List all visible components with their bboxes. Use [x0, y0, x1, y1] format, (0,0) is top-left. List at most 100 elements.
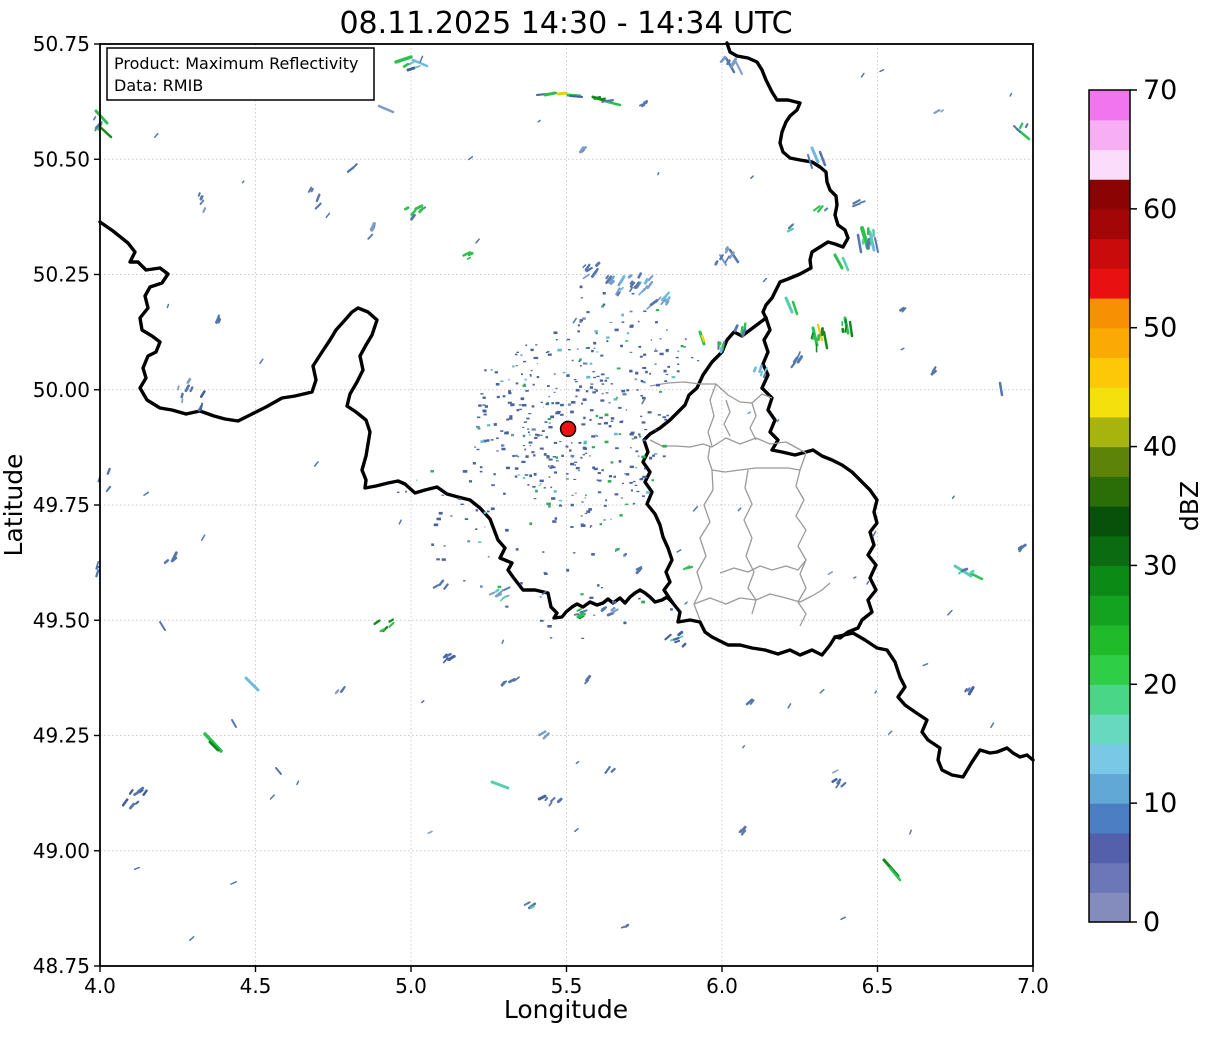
clutter-dot — [602, 292, 606, 295]
clutter-dot — [479, 470, 483, 473]
clutter-dot — [431, 543, 435, 546]
echo-dash — [197, 192, 201, 197]
echo-streak — [606, 100, 622, 107]
colorbar-cell — [1089, 892, 1130, 923]
echo-dash — [724, 255, 730, 264]
clutter-dot — [609, 321, 613, 323]
echo-dash — [351, 163, 358, 170]
radar-echo-layer — [93, 55, 1031, 942]
clutter-dot — [496, 395, 500, 399]
colorbar-cell — [1089, 624, 1130, 656]
echo-dash — [410, 213, 416, 221]
clutter-dot — [603, 504, 607, 507]
clutter-dot — [548, 505, 551, 508]
echo-speck — [427, 830, 433, 834]
echo-dash — [610, 767, 616, 773]
clutter-dot — [592, 370, 595, 373]
echo-speck — [747, 411, 752, 415]
clutter-dot — [582, 398, 587, 401]
echo-dash — [629, 286, 634, 293]
echo-dash — [717, 341, 722, 347]
clutter-dot — [614, 328, 619, 332]
clutter-dot — [654, 350, 658, 352]
clutter-dot — [574, 461, 578, 463]
clutter-dot — [509, 415, 513, 418]
echo-dash — [796, 355, 804, 364]
canton-border — [749, 402, 757, 441]
canton-border — [743, 469, 757, 615]
clutter-dot — [571, 401, 576, 404]
clutter-dot — [495, 383, 500, 386]
echo-streak — [841, 256, 850, 272]
echo-dash — [105, 485, 112, 493]
clutter-dot — [555, 338, 558, 341]
clutter-dot — [539, 596, 542, 598]
echo-dash — [550, 796, 556, 803]
echo-streak — [888, 866, 902, 882]
clutter-dot — [573, 478, 577, 480]
colorbar-cell — [1089, 208, 1130, 240]
echo-dash — [740, 326, 744, 335]
clutter-dot — [535, 433, 538, 436]
x-tick-label: 4.5 — [240, 974, 272, 998]
colorbar-cell — [1089, 90, 1130, 121]
clutter-dot — [512, 455, 515, 458]
echo-speck — [325, 212, 331, 219]
echo-dash — [448, 654, 455, 661]
clutter-dot — [644, 476, 648, 479]
clutter-dot — [621, 313, 624, 317]
clutter-dot — [619, 420, 624, 424]
clutter-dot — [629, 465, 634, 469]
clutter-dot — [585, 390, 589, 393]
colorbar-cell — [1089, 476, 1130, 507]
echo-streak — [244, 676, 260, 692]
echo-dash — [443, 583, 449, 590]
clutter-dot — [531, 405, 535, 408]
clutter-dot — [542, 406, 544, 408]
clutter-dot — [643, 353, 647, 356]
clutter-dot — [633, 436, 638, 439]
colorbar-cell — [1089, 743, 1130, 775]
clutter-dot — [602, 303, 606, 306]
clutter-dot — [642, 439, 646, 442]
y-tick-label: 48.75 — [33, 954, 90, 978]
clutter-dot — [558, 499, 563, 502]
clutter-dot — [543, 572, 548, 575]
clutter-dot — [535, 489, 538, 493]
echo-dash — [199, 199, 205, 205]
clutter-dot — [540, 401, 543, 404]
clutter-dot — [529, 374, 532, 376]
clutter-dot — [610, 420, 614, 422]
clutter-dot — [615, 550, 617, 552]
clutter-dot — [547, 353, 552, 356]
clutter-dot — [514, 467, 519, 470]
clutter-dot — [616, 396, 619, 399]
y-tick-label: 49.00 — [33, 839, 90, 863]
echo-dash — [933, 109, 941, 115]
echo-dash — [726, 59, 731, 66]
echo-dash — [844, 323, 848, 333]
clutter-dot — [642, 366, 647, 369]
clutter-dot — [662, 455, 666, 458]
clutter-dot — [529, 474, 533, 478]
colorbar-cell — [1089, 803, 1130, 834]
canton-border — [707, 383, 717, 447]
clutter-dot — [621, 389, 625, 393]
clutter-dot — [641, 600, 646, 604]
clutter-dot — [622, 393, 627, 396]
echo-speck — [468, 156, 474, 161]
echo-speck — [475, 238, 480, 244]
clutter-dot — [531, 428, 536, 431]
clutter-dot — [654, 363, 657, 365]
canton-borders — [649, 381, 831, 627]
clutter-dot — [541, 430, 545, 433]
echo-speck — [189, 936, 195, 942]
clutter-dot — [595, 351, 599, 353]
figure-title: 08.11.2025 14:30 - 14:34 UTC — [339, 6, 792, 41]
clutter-dot — [548, 458, 553, 461]
echo-dash — [966, 687, 971, 692]
clutter-dot — [588, 508, 592, 511]
echo-dash — [314, 202, 322, 210]
clutter-dot — [441, 558, 446, 561]
clutter-dot — [576, 348, 579, 350]
